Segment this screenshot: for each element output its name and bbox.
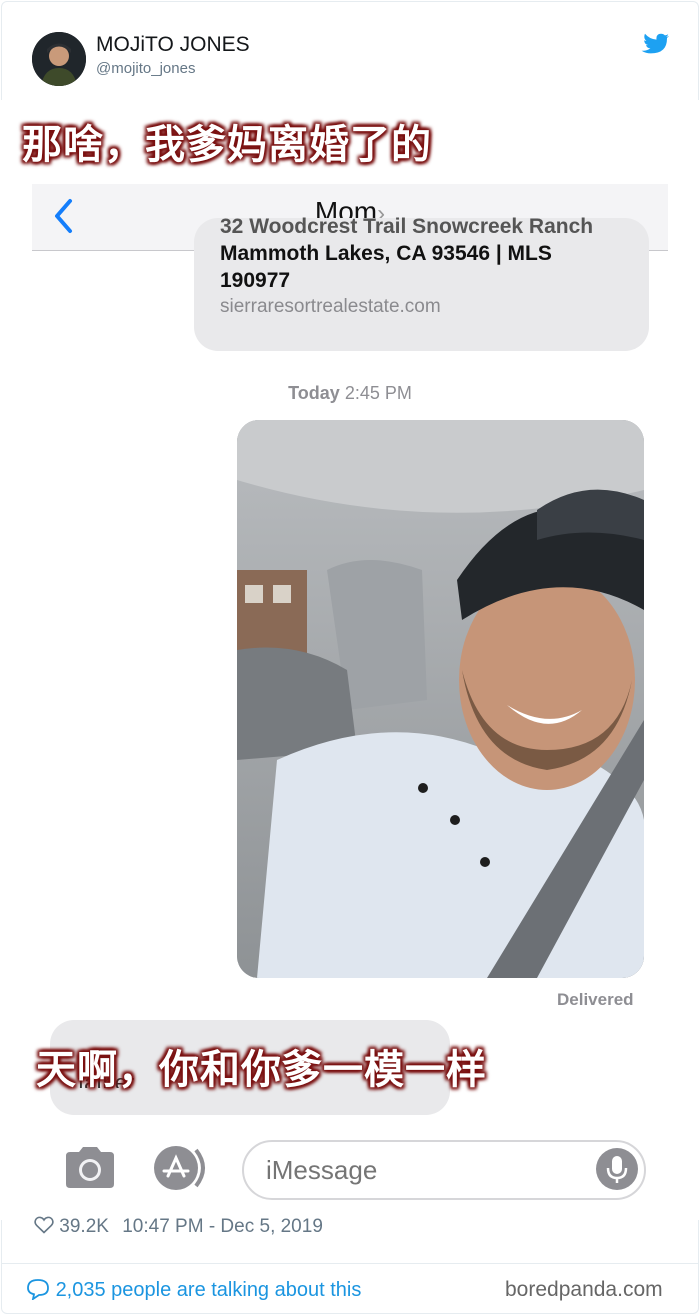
caption-top: 那啥，我爹妈离婚了的: [22, 122, 432, 168]
conversation-link[interactable]: 2,035 people are talking about this: [26, 1278, 361, 1302]
heart-icon[interactable]: [34, 1216, 54, 1234]
display-name[interactable]: MOJiTO JONES: [96, 33, 250, 57]
tweet-timestamp[interactable]: 10:47 PM - Dec 5, 2019: [122, 1216, 323, 1237]
delivered-status: Delivered: [557, 990, 634, 1009]
screenshot-image: Mom› 32 Woodcrest Trail Snowcreek Ranch …: [0, 100, 700, 1220]
speech-bubble-icon: [27, 1279, 49, 1301]
message-timestamp: Today 2:45 PM: [0, 383, 700, 404]
user-handle[interactable]: @mojito_jones: [96, 60, 195, 77]
tweet-meta: 39.2K 10:47 PM - Dec 5, 2019: [34, 1216, 323, 1238]
message-link[interactable]: sierraresortrealestate.com: [220, 296, 441, 318]
imessage-input[interactable]: [264, 1152, 568, 1188]
microphone-icon[interactable]: [596, 1148, 638, 1190]
caption-bottom: 天啊，你和你爹一模一样: [36, 1047, 487, 1093]
avatar[interactable]: [32, 32, 86, 86]
imessage-field[interactable]: [242, 1140, 646, 1200]
selfie-photo[interactable]: [237, 420, 644, 978]
divider: [1, 1263, 699, 1264]
twitter-bird-icon[interactable]: [640, 33, 670, 57]
message-line-3: 190977: [220, 269, 291, 292]
talking-count: 2,035 people are talking about this: [55, 1279, 362, 1301]
app-store-icon[interactable]: [152, 1144, 214, 1192]
time-clock: 2:45 PM: [344, 383, 412, 403]
time-day: Today: [288, 383, 340, 403]
camera-icon[interactable]: [62, 1146, 118, 1190]
nav-overlay: [32, 184, 668, 250]
watermark: boredpanda.com: [505, 1278, 663, 1301]
like-count[interactable]: 39.2K: [59, 1216, 109, 1237]
